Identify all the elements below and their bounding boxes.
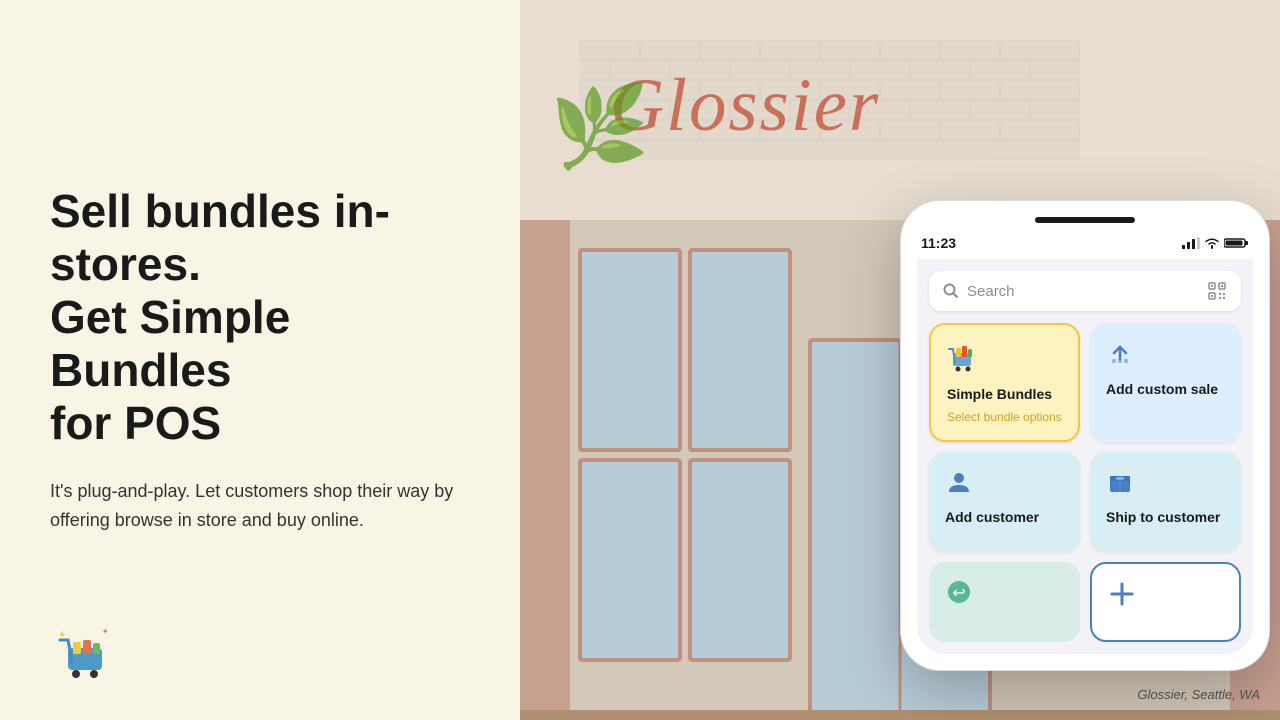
phone-frame: 11:23	[900, 200, 1270, 671]
add-tile[interactable]	[1090, 562, 1241, 642]
svg-text:✦: ✦	[102, 627, 109, 636]
status-bar: 11:23	[917, 231, 1253, 259]
signal-icon	[1182, 237, 1200, 249]
simple-bundles-name: Simple Bundles	[947, 386, 1052, 402]
upload-icon	[1106, 339, 1134, 373]
add-customer-tile[interactable]: Add customer	[929, 452, 1080, 552]
headline-line2: Get Simple Bundles	[50, 291, 290, 396]
bottom-row: ↩	[929, 562, 1241, 642]
phone-screen: Search	[917, 259, 1253, 654]
headline-line1: Sell bundles in-stores.	[50, 185, 390, 290]
svg-text:↩: ↩	[952, 585, 965, 602]
add-customer-name: Add customer	[945, 509, 1039, 525]
discount-icon: ↩	[945, 578, 973, 611]
store-sign-area: Glossier	[580, 40, 1260, 165]
person-icon	[945, 468, 973, 501]
right-panel: Glossier 🌿	[520, 0, 1280, 720]
headline-line3: for POS	[50, 397, 221, 449]
left-panel: Sell bundles in-stores. Get Simple Bundl…	[0, 0, 520, 720]
subtext: It's plug-and-play. Let customers shop t…	[50, 477, 470, 535]
battery-icon	[1224, 237, 1249, 249]
phone-mockup: 11:23	[900, 200, 1270, 671]
headline: Sell bundles in-stores. Get Simple Bundl…	[50, 185, 470, 449]
add-custom-sale-tile[interactable]: Add custom sale	[1090, 323, 1241, 442]
ship-to-customer-tile[interactable]: Ship to customer	[1090, 452, 1241, 552]
status-time: 11:23	[921, 235, 956, 251]
simple-bundles-subtitle: Select bundle options	[947, 410, 1062, 424]
qr-grid-icon	[1207, 281, 1227, 301]
store-caption: Glossier, Seattle, WA	[1137, 687, 1260, 702]
phone-notch	[1035, 217, 1135, 223]
app-grid: Simple Bundles Select bundle options	[929, 323, 1241, 552]
simple-bundles-tile[interactable]: Simple Bundles Select bundle options	[929, 323, 1080, 442]
ship-to-customer-name: Ship to customer	[1106, 509, 1220, 525]
package-icon	[1106, 468, 1134, 501]
search-icon	[943, 283, 959, 299]
search-bar[interactable]: Search	[929, 271, 1241, 311]
simple-bundles-icon	[947, 341, 979, 378]
svg-text:✦: ✦	[58, 630, 66, 641]
search-placeholder: Search	[967, 283, 1199, 300]
bottom-logo: ✦ ✦	[50, 620, 120, 690]
wifi-icon	[1204, 237, 1220, 249]
discount-tile[interactable]: ↩	[929, 562, 1080, 642]
tree-decoration: 🌿	[550, 80, 650, 174]
plus-icon	[1108, 580, 1136, 615]
svg-text:Glossier: Glossier	[610, 64, 880, 147]
add-custom-sale-name: Add custom sale	[1106, 381, 1218, 397]
status-icons	[1182, 237, 1249, 249]
